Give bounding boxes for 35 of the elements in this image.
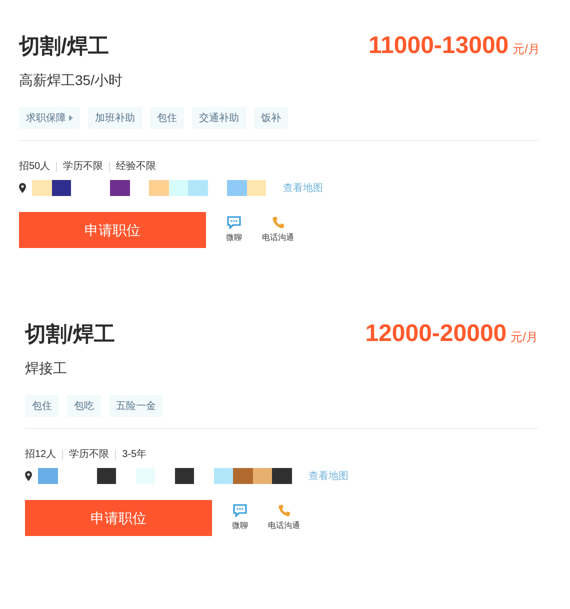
requirement: 招12人 <box>25 448 56 462</box>
benefit-tag: 包吃 <box>67 395 101 417</box>
benefit-tag: 包住 <box>150 107 184 129</box>
apply-button[interactable]: 申请职位 <box>19 212 206 248</box>
benefit-tag: 五险一金 <box>109 395 163 417</box>
job-title: 切割/焊工 <box>19 34 109 60</box>
requirement: 招50人 <box>19 160 50 174</box>
benefit-tag: 加班补助 <box>88 107 142 129</box>
benefit-tag: 饭补 <box>254 107 288 129</box>
location-pin-icon <box>25 471 32 481</box>
job-title: 切割/焊工 <box>25 322 115 348</box>
call-button[interactable]: 电话沟通 <box>268 504 300 532</box>
apply-button[interactable]: 申请职位 <box>25 500 212 536</box>
caret-icon <box>69 115 73 121</box>
requirement: 经验不限 <box>116 160 156 174</box>
requirement: 学历不限 <box>63 160 104 174</box>
benefit-tag[interactable]: 求职保障 <box>19 107 80 129</box>
benefit-tag: 交通补助 <box>192 107 246 129</box>
chat-bubble-icon <box>233 504 247 517</box>
salary: 11000-13000 <box>368 31 509 61</box>
benefit-tag: 包住 <box>25 395 59 417</box>
chat-button[interactable]: 微聊 <box>232 504 248 532</box>
call-button[interactable]: 电话沟通 <box>262 216 294 244</box>
phone-icon <box>278 504 290 517</box>
salary-unit: 元/月 <box>512 41 540 58</box>
job-subtitle: 高薪焊工35/小时 <box>19 71 124 90</box>
requirement: 学历不限 <box>69 448 110 462</box>
phone-icon <box>272 216 284 229</box>
location-pin-icon <box>19 183 26 193</box>
requirement: 3-5年 <box>122 448 147 462</box>
salary: 12000-20000 <box>365 319 507 349</box>
job-subtitle: 焊接工 <box>25 359 68 378</box>
chat-bubble-icon <box>227 216 241 229</box>
salary-unit: 元/月 <box>510 329 538 346</box>
chat-button[interactable]: 微聊 <box>226 216 242 244</box>
